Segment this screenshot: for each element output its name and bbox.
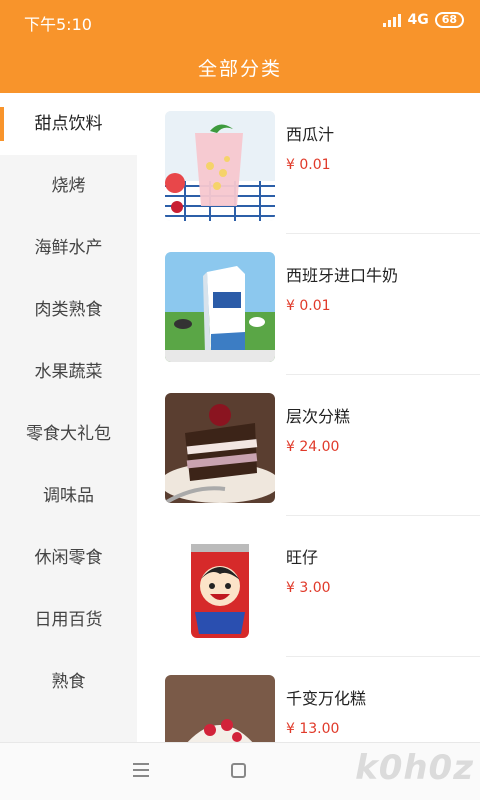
product-name: 千变万化糕 (286, 689, 367, 708)
product-item[interactable]: 西班牙进口牛奶 ¥ 0.01 (137, 234, 480, 375)
product-image-layer-cake[interactable] (165, 393, 275, 503)
sidebar-item-label: 肉类熟食 (34, 300, 103, 320)
sidebar-item-seasoning[interactable]: 调味品 (0, 465, 137, 527)
status-time: 下午5:10 (24, 15, 92, 34)
product-price: ¥ 0.01 (286, 298, 331, 314)
network-type: 4G (407, 12, 429, 28)
product-image-milk-carton[interactable] (165, 252, 275, 362)
category-sidebar: 甜点饮料 烧烤 海鲜水产 肉类熟食 水果蔬菜 零食大礼包 调味品 休闲零食 日用… (0, 93, 137, 742)
product-item[interactable]: 层次分糕 ¥ 24.00 (137, 375, 480, 516)
sidebar-item-label: 调味品 (43, 486, 94, 506)
sidebar-item-label: 熟食 (51, 672, 86, 692)
sidebar-item-label: 海鲜水产 (34, 238, 103, 258)
sidebar-item-cooked-food[interactable]: 熟食 (0, 651, 137, 713)
sidebar-item-label: 水果蔬菜 (34, 362, 103, 382)
product-image-cream-cake[interactable] (165, 675, 275, 742)
battery-icon: 68 (434, 12, 464, 28)
product-item[interactable]: 千变万化糕 ¥ 13.00 (137, 657, 480, 742)
sidebar-item-label: 休闲零食 (34, 548, 103, 568)
home-icon[interactable] (231, 763, 246, 778)
product-name: 西班牙进口牛奶 (286, 266, 399, 285)
product-price: ¥ 3.00 (286, 580, 331, 596)
sidebar-item-leisure-snacks[interactable]: 休闲零食 (0, 527, 137, 589)
product-image-watermelon-juice[interactable] (165, 111, 275, 221)
product-item[interactable]: 旺仔 ¥ 3.00 (137, 516, 480, 657)
product-name: 旺仔 (286, 548, 319, 567)
signal-icon (383, 13, 402, 27)
sidebar-item-label: 甜点饮料 (34, 114, 103, 134)
product-price: ¥ 13.00 (286, 721, 340, 737)
sidebar-item-label: 零食大礼包 (26, 424, 111, 444)
sidebar-item-meat[interactable]: 肉类熟食 (0, 279, 137, 341)
active-indicator (0, 107, 4, 141)
page-title: 全部分类 (197, 58, 282, 80)
menu-icon[interactable] (133, 763, 149, 781)
product-price: ¥ 24.00 (286, 439, 340, 455)
status-bar: 下午5:10 4G 68 (0, 0, 480, 40)
sidebar-item-label: 烧烤 (51, 176, 86, 196)
product-name: 层次分糕 (286, 407, 351, 426)
sidebar-item-label: 日用百货 (34, 610, 103, 630)
sidebar-item-desserts-drinks[interactable]: 甜点饮料 (0, 93, 137, 155)
product-item[interactable]: 西瓜汁 ¥ 0.01 (137, 93, 480, 234)
sidebar-item-bbq[interactable]: 烧烤 (0, 155, 137, 217)
product-price: ¥ 0.01 (286, 157, 331, 173)
product-name: 西瓜汁 (286, 125, 335, 144)
sidebar-item-snack-pack[interactable]: 零食大礼包 (0, 403, 137, 465)
header: 下午5:10 4G 68 全部分类 (0, 0, 480, 93)
status-indicators: 4G 68 (383, 12, 464, 28)
watermark-logo: k0h0z (355, 748, 474, 788)
product-image-wangzai-can[interactable] (165, 534, 275, 644)
product-list: 西瓜汁 ¥ 0.01 西班牙进口牛奶 ¥ 0.01 层次分糕 ¥ 24.00 旺… (137, 93, 480, 742)
sidebar-item-fruit-veg[interactable]: 水果蔬菜 (0, 341, 137, 403)
sidebar-item-seafood[interactable]: 海鲜水产 (0, 217, 137, 279)
sidebar-item-daily-goods[interactable]: 日用百货 (0, 589, 137, 651)
